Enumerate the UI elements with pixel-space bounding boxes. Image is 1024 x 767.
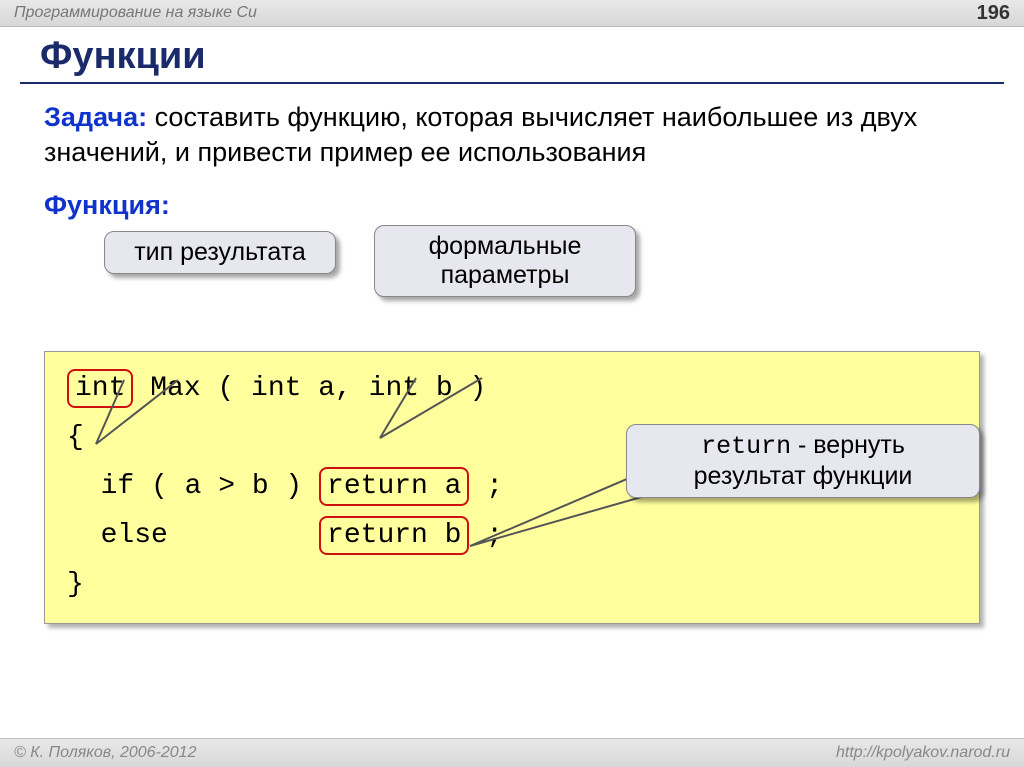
course-title: Программирование на языке Си bbox=[14, 4, 257, 22]
task-label: Задача: bbox=[44, 102, 147, 132]
code-semi-1: ; bbox=[469, 471, 503, 502]
title-underline bbox=[20, 82, 1004, 84]
callout-formal-params: формальные параметры bbox=[374, 225, 636, 297]
footer-bar: © К. Поляков, 2006-2012 http://kpolyakov… bbox=[0, 738, 1024, 767]
code-sig-rest: Max ( int a, int b ) bbox=[133, 373, 486, 404]
callout-result-type: тип результата bbox=[104, 231, 336, 274]
code-line-1: int Max ( int a, int b ) bbox=[67, 364, 957, 413]
highlight-int: int bbox=[67, 369, 133, 408]
highlight-return-b: return b bbox=[319, 516, 469, 555]
callouts-row: тип результата формальные параметры bbox=[44, 231, 980, 351]
page-title: Функции bbox=[0, 27, 1024, 82]
function-label: Функция: bbox=[44, 190, 980, 221]
top-bar: Программирование на языке Си 196 bbox=[0, 0, 1024, 27]
highlight-return-a: return a bbox=[319, 467, 469, 506]
return-keyword: return bbox=[701, 432, 791, 461]
footer-copyright: © К. Поляков, 2006-2012 bbox=[14, 744, 196, 762]
callout-return-note: return - вернуть результат функции bbox=[626, 424, 980, 498]
task-body: составить функцию, которая вычисляет наи… bbox=[44, 102, 917, 167]
code-line-5: } bbox=[67, 560, 957, 609]
code-if: if ( a > b ) bbox=[67, 471, 319, 502]
task-text: Задача: составить функцию, которая вычис… bbox=[44, 100, 980, 170]
code-semi-2: ; bbox=[469, 520, 503, 551]
code-else: else bbox=[67, 520, 319, 551]
footer-url: http://kpolyakov.narod.ru bbox=[836, 744, 1010, 762]
content: Задача: составить функцию, которая вычис… bbox=[0, 100, 1024, 624]
code-line-4: else return b ; bbox=[67, 511, 957, 560]
page-number: 196 bbox=[977, 2, 1010, 25]
